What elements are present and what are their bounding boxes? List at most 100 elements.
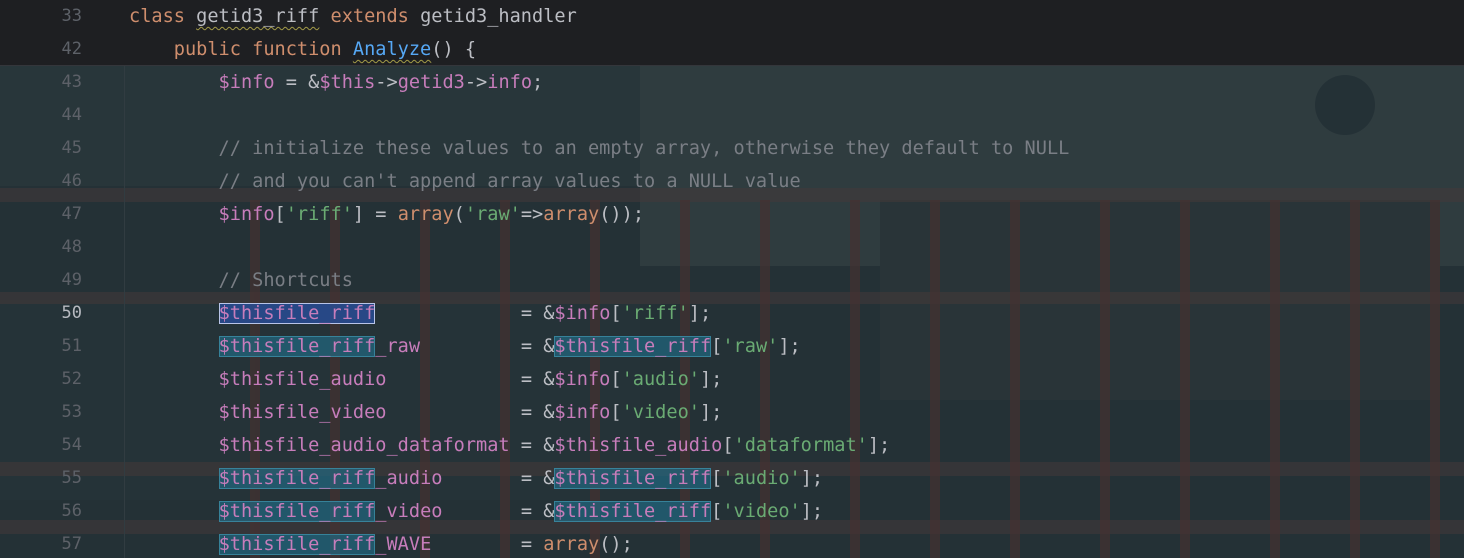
code-token: = & <box>375 303 555 324</box>
code-line[interactable]: 48 <box>0 231 1464 264</box>
code-line[interactable]: 33 class getid3_riff extends getid3_handl… <box>0 0 1464 33</box>
code-token: getid3_riff <box>196 6 320 27</box>
code-token: // and you can't append array values to … <box>129 171 801 192</box>
code-token: ]; <box>688 303 712 324</box>
code-token: [ <box>711 336 723 357</box>
code-token: [ <box>711 501 723 522</box>
code-token: 'video' <box>621 402 700 423</box>
code-token: [ <box>610 402 622 423</box>
code-text[interactable]: $thisfile_audio_dataformat = &$thisfile_… <box>129 429 891 462</box>
code-token: $info <box>129 72 275 93</box>
code-line[interactable]: 42 public function Analyze() { <box>0 33 1464 66</box>
code-line[interactable]: 50 $thisfile_riff = &$info['riff']; <box>0 297 1464 330</box>
code-token: 'raw' <box>722 336 779 357</box>
code-token: ]; <box>800 468 824 489</box>
code-line[interactable]: 45 // initialize these values to an empt… <box>0 132 1464 165</box>
code-token: getid3 <box>397 72 465 93</box>
line-number[interactable]: 52 <box>0 363 82 396</box>
line-number[interactable]: 57 <box>0 528 82 558</box>
code-token: () { <box>431 39 477 60</box>
code-token: ] = <box>352 204 398 225</box>
code-text[interactable]: // initialize these values to an empty a… <box>129 132 1070 165</box>
code-token: extends <box>319 6 421 27</box>
code-line[interactable]: 54 $thisfile_audio_dataformat = &$thisfi… <box>0 429 1464 462</box>
line-number[interactable]: 53 <box>0 396 82 429</box>
code-token: array <box>543 534 600 555</box>
code-line[interactable]: 47 $info['riff'] = array('raw'=>array())… <box>0 198 1464 231</box>
line-number[interactable]: 49 <box>0 264 82 297</box>
code-token: $thisfile_riff <box>218 303 376 324</box>
line-number[interactable]: 44 <box>0 99 82 132</box>
code-token: ]; <box>800 501 824 522</box>
code-line[interactable]: 51 $thisfile_riff_raw = &$thisfile_riff[… <box>0 330 1464 363</box>
code-line[interactable]: 44 <box>0 99 1464 132</box>
code-token: [ <box>610 369 622 390</box>
code-text[interactable]: // and you can't append array values to … <box>129 165 801 198</box>
code-token: = & <box>274 72 320 93</box>
line-number[interactable]: 33 <box>0 0 82 33</box>
code-text[interactable]: $thisfile_audio = &$info['audio']; <box>129 363 723 396</box>
code-token: array <box>397 204 454 225</box>
code-line[interactable]: 43 $info = &$this->getid3->info; <box>0 66 1464 99</box>
line-number[interactable]: 48 <box>0 231 82 264</box>
code-text[interactable]: // Shortcuts <box>129 264 353 297</box>
code-text[interactable]: $info['riff'] = array('raw'=>array()); <box>129 198 644 231</box>
line-number[interactable]: 46 <box>0 165 82 198</box>
code-token: = & <box>442 501 555 522</box>
line-number[interactable]: 43 <box>0 66 82 99</box>
code-token: [ <box>711 468 723 489</box>
code-token: ; <box>532 72 544 93</box>
code-editor[interactable]: 33 class getid3_riff extends getid3_handl… <box>0 0 1464 558</box>
line-number[interactable]: 47 <box>0 198 82 231</box>
code-text[interactable]: public function Analyze() { <box>129 33 476 66</box>
code-token: $thisfile_video <box>129 402 387 423</box>
code-token: 'dataformat' <box>733 435 868 456</box>
code-token: 'video' <box>722 501 801 522</box>
code-token: $info <box>554 303 611 324</box>
code-text[interactable]: $thisfile_video = &$info['video']; <box>129 396 723 429</box>
code-token: _audio <box>375 468 443 489</box>
code-text[interactable]: $thisfile_riff_audio = &$thisfile_riff['… <box>129 462 823 495</box>
code-text[interactable]: class getid3_riff extends getid3_handler <box>129 0 577 33</box>
code-token: $thisfile_audio <box>129 369 387 390</box>
code-token: = & <box>386 369 555 390</box>
line-number[interactable]: 54 <box>0 429 82 462</box>
line-number[interactable]: 55 <box>0 462 82 495</box>
code-text[interactable]: $thisfile_riff = &$info['riff']; <box>129 297 711 330</box>
code-token: public function <box>129 39 353 60</box>
code-token: 'raw' <box>464 204 521 225</box>
code-token: $thisfile_riff <box>554 501 712 522</box>
code-text[interactable]: $info = &$this->getid3->info; <box>129 66 544 99</box>
code-text[interactable]: $thisfile_riff_raw = &$thisfile_riff['ra… <box>129 330 801 363</box>
code-token: = & <box>442 468 555 489</box>
code-line[interactable]: 56 $thisfile_riff_video = &$thisfile_rif… <box>0 495 1464 528</box>
code-token: class <box>129 6 197 27</box>
code-token: _video <box>375 501 443 522</box>
code-line[interactable]: 52 $thisfile_audio = &$info['audio']; <box>0 363 1464 396</box>
line-number[interactable]: 56 <box>0 495 82 528</box>
code-token: = <box>431 534 544 555</box>
code-text[interactable]: $thisfile_riff_video = &$thisfile_riff['… <box>129 495 823 528</box>
line-number[interactable]: 42 <box>0 33 82 66</box>
code-line[interactable]: 55 $thisfile_riff_audio = &$thisfile_rif… <box>0 462 1464 495</box>
code-token: _raw <box>375 336 421 357</box>
code-token: $thisfile_riff <box>218 534 376 555</box>
line-number[interactable]: 45 <box>0 132 82 165</box>
code-token: $info <box>129 204 275 225</box>
line-number[interactable]: 51 <box>0 330 82 363</box>
code-token: = & <box>509 435 555 456</box>
code-line[interactable]: 46 // and you can't append array values … <box>0 165 1464 198</box>
code-line[interactable]: 49 // Shortcuts <box>0 264 1464 297</box>
code-token: ()); <box>599 204 645 225</box>
code-token: // Shortcuts <box>129 270 353 291</box>
code-lines: 33 class getid3_riff extends getid3_handl… <box>0 0 1464 558</box>
code-line[interactable]: 57 $thisfile_riff_WAVE = array(); <box>0 528 1464 558</box>
code-text[interactable]: $thisfile_riff_WAVE = array(); <box>129 528 633 558</box>
line-number[interactable]: 50 <box>0 297 82 330</box>
code-line[interactable]: 53 $thisfile_video = &$info['video']; <box>0 396 1464 429</box>
code-token: info <box>487 72 533 93</box>
